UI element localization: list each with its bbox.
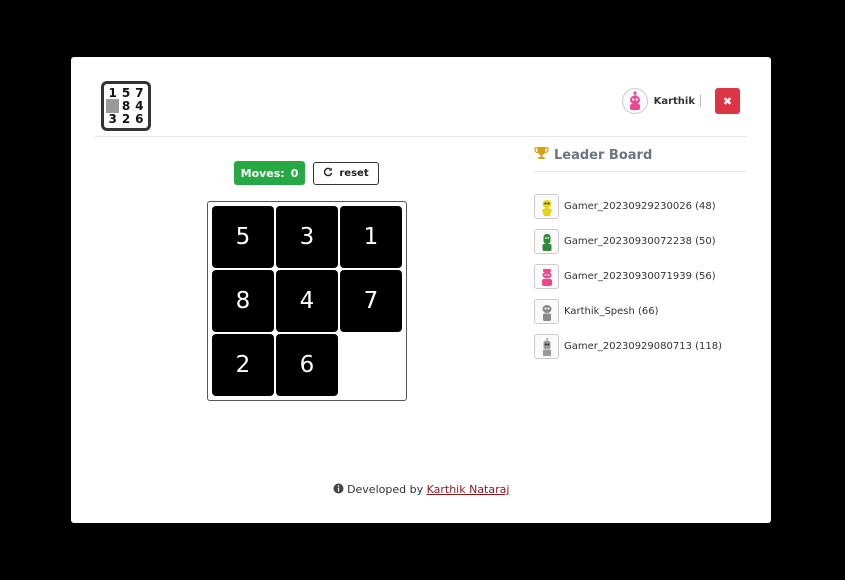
puzzle-tile[interactable]: 5 (212, 206, 274, 268)
leaderboard-entry: Gamer_20230930072238 (50) (534, 224, 754, 259)
logo-cell-blank (106, 99, 120, 113)
logo-cell: 8 (121, 98, 131, 113)
trophy-icon (534, 146, 549, 164)
leaderboard-list: Gamer_20230929230026 (48) Gamer_20230930… (534, 189, 754, 364)
leaderboard-entry-text: Karthik_Spesh (66) (564, 306, 659, 317)
reset-button[interactable]: reset (313, 162, 379, 185)
avatar (534, 299, 559, 324)
info-icon (333, 483, 348, 496)
avatar (534, 334, 559, 359)
leaderboard-title: Leader Board (534, 146, 652, 164)
moves-count: 0 (290, 166, 299, 180)
user-name: Karthik (653, 95, 695, 107)
user-avatar (621, 88, 648, 114)
leaderboard-entry-text: Gamer_20230930071939 (56) (564, 271, 716, 282)
header-divider (95, 136, 747, 137)
leaderboard-entry-text: Gamer_20230929080713 (118) (564, 341, 723, 352)
game-modal: 1 5 7 8 4 3 2 6 Karthik ✖ Moves: 0 reset… (71, 57, 771, 523)
puzzle-tile[interactable]: 3 (276, 206, 338, 268)
puzzle-tile[interactable]: 4 (276, 270, 338, 332)
developer-link[interactable]: Karthik Nataraj (427, 483, 510, 496)
logo-cell: 5 (121, 85, 131, 100)
reset-label: reset (339, 168, 369, 179)
puzzle-tile[interactable]: 7 (340, 270, 402, 332)
leaderboard-title-text: Leader Board (554, 147, 653, 163)
footer-prefix: Developed by (347, 483, 424, 496)
refresh-icon (323, 167, 333, 180)
puzzle-board: 5 3 1 8 4 7 2 6 (207, 201, 407, 401)
avatar (534, 229, 559, 254)
moves-label: Moves: (240, 166, 285, 180)
leaderboard-entry-text: Gamer_20230929230026 (48) (564, 201, 716, 212)
leaderboard-entry-text: Gamer_20230930072238 (50) (564, 236, 716, 247)
logo-cell: 6 (135, 112, 144, 127)
user-separator (700, 95, 701, 107)
moves-counter: Moves: 0 (234, 161, 305, 185)
app-logo: 1 5 7 8 4 3 2 6 (101, 81, 151, 131)
user-info: Karthik (621, 88, 701, 114)
leaderboard-entry: Karthik_Spesh (66) (534, 294, 754, 329)
logo-cell: 7 (135, 85, 144, 100)
puzzle-tile[interactable]: 8 (212, 270, 274, 332)
leaderboard-entry: Gamer_20230929230026 (48) (534, 189, 754, 224)
puzzle-tile[interactable]: 2 (212, 334, 274, 396)
logo-cell: 4 (135, 98, 144, 113)
logo-cell: 3 (108, 112, 117, 127)
close-button[interactable]: ✖ (715, 88, 740, 114)
leaderboard-divider (534, 171, 747, 172)
avatar (534, 194, 559, 219)
avatar (534, 264, 559, 289)
logo-cell: 1 (108, 85, 117, 100)
puzzle-tile[interactable]: 6 (276, 334, 338, 396)
puzzle-tile[interactable]: 1 (340, 206, 402, 268)
footer: Developed by Karthik Nataraj (71, 483, 771, 496)
logo-cell: 2 (121, 112, 131, 127)
leaderboard-entry: Gamer_20230930071939 (56) (534, 259, 754, 294)
leaderboard-entry: Gamer_20230929080713 (118) (534, 329, 754, 364)
